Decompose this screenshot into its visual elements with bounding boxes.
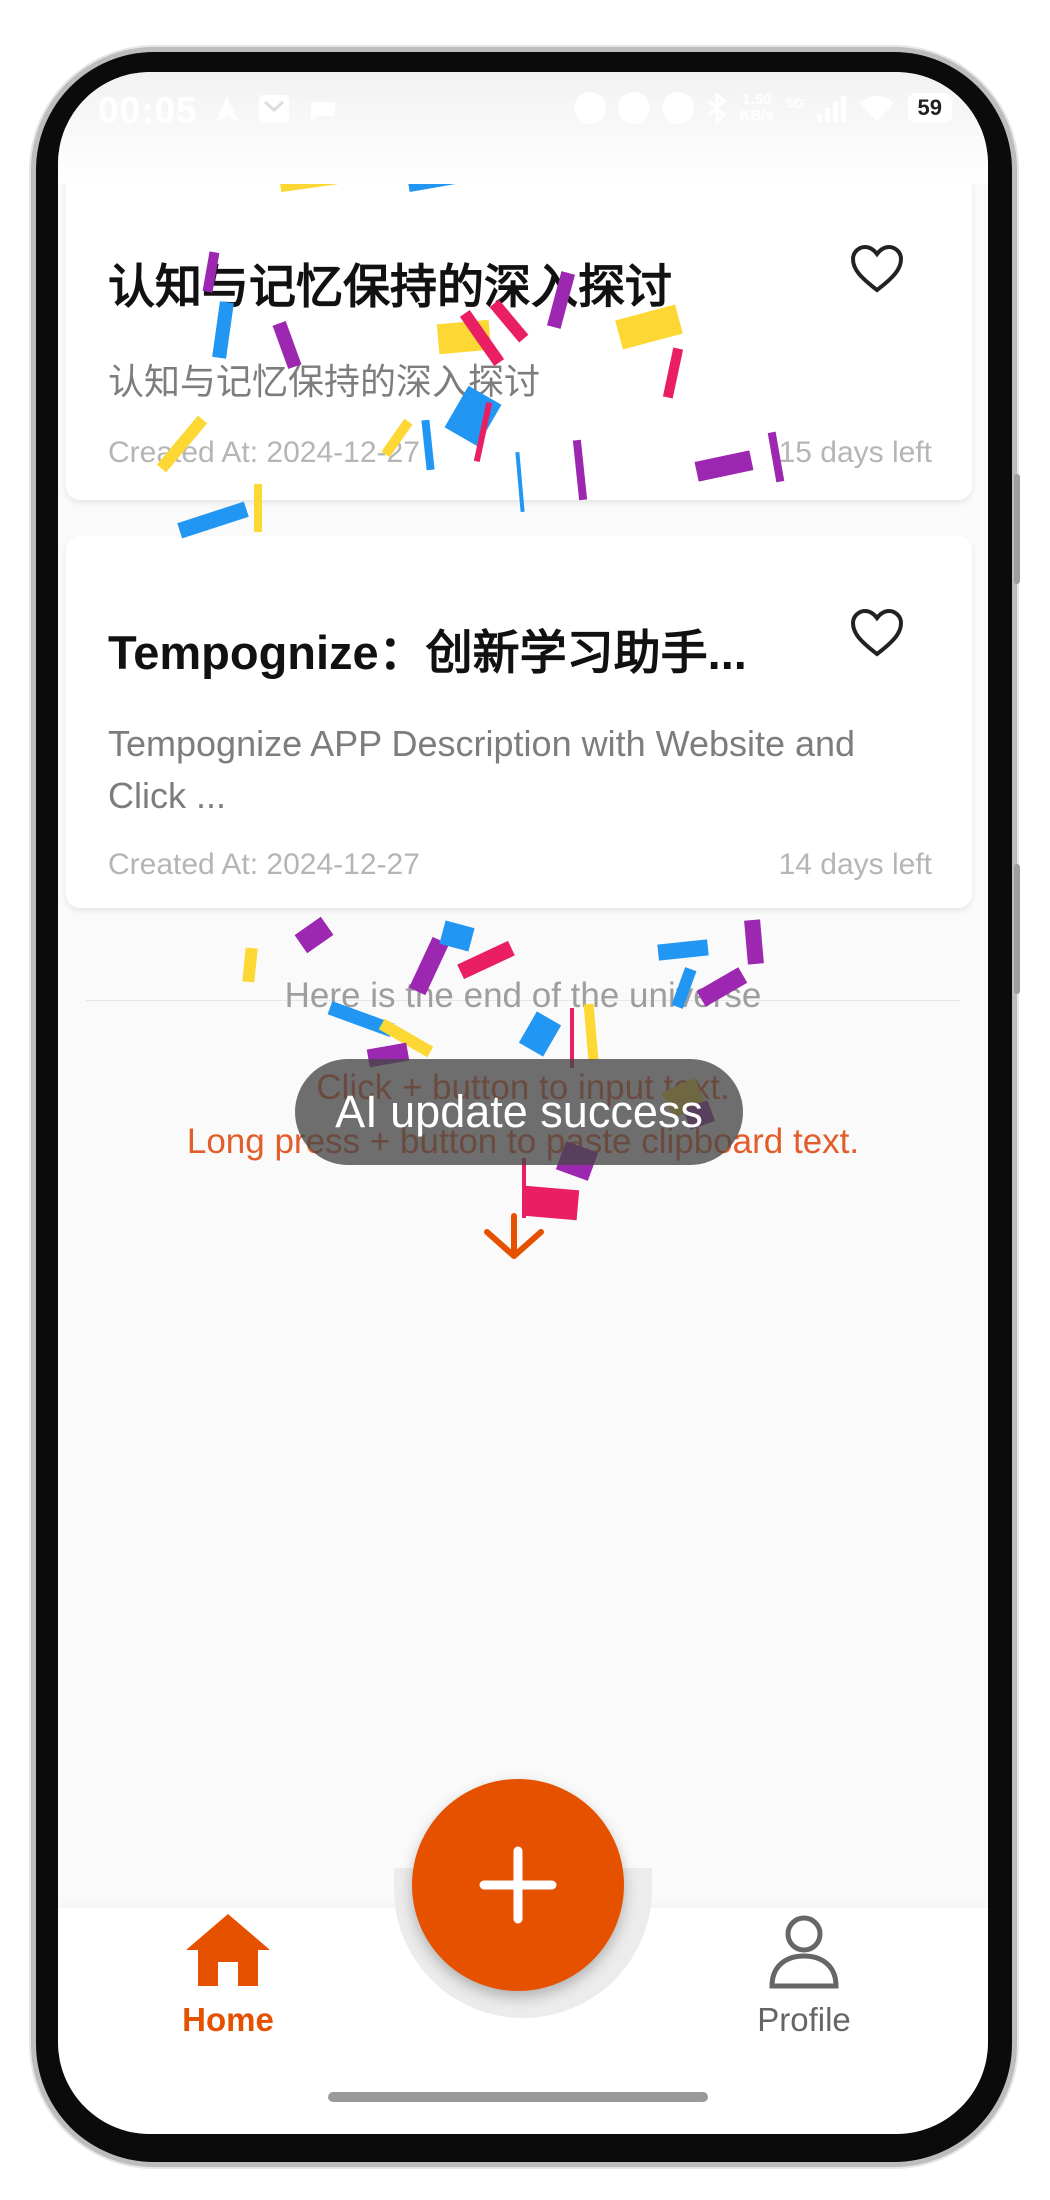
card-days-left: 15 days left [778, 436, 932, 469]
home-icon [186, 1914, 270, 1986]
signal-icon [816, 94, 846, 122]
nav-profile-label: Profile [757, 2001, 851, 2038]
system-status-icons: 1.50 KB/s 5G 59 [573, 91, 952, 124]
notification-icons [214, 94, 338, 124]
card-days-left: 14 days left [778, 848, 932, 881]
home-indicator[interactable] [328, 2092, 708, 2102]
battery-indicator: 59 [907, 93, 952, 123]
alarm-icon [573, 92, 606, 124]
status-time: 00:05 [98, 90, 198, 131]
end-of-list-text: Here is the end of the universe [284, 976, 762, 1015]
nav-home-label: Home [182, 2001, 274, 2038]
nav-profile[interactable]: Profile [694, 1910, 914, 2039]
add-button[interactable] [412, 1779, 624, 1991]
arrow-down-icon [484, 1213, 544, 1259]
bluetooth-icon [707, 92, 726, 124]
volume-button [1014, 474, 1020, 584]
note-card[interactable]: 认知与记忆保持的深入探讨 认知与记忆保持的深入探讨 Created At: 20… [66, 172, 972, 500]
navigation-icon [216, 96, 238, 122]
nav-home[interactable]: Home [118, 1910, 338, 2039]
card-created-date: Created At: 2024-12-27 [108, 848, 420, 881]
mute-icon [617, 92, 650, 124]
network-speed: 1.50 KB/s [739, 91, 774, 124]
network-type: 5G [785, 95, 805, 111]
card-created-date: Created At: 2024-12-27 [108, 436, 420, 469]
app-notification-icon [259, 95, 289, 123]
app-screen: 00:05 1.50 KB/s 5G 59 认知与记忆保持的深入探讨 认知与记忆… [58, 72, 988, 2134]
plus-icon [479, 1846, 557, 1924]
power-button [1014, 864, 1020, 994]
card-description: Tempognize APP Description with Website … [108, 723, 856, 816]
card-description: 认知与记忆保持的深入探讨 [108, 361, 541, 402]
wifi-icon [859, 96, 894, 121]
do-not-disturb-icon [661, 92, 694, 124]
favorite-heart-icon[interactable] [850, 244, 904, 294]
note-card[interactable]: Tempognize：创新学习助手... Tempognize APP Desc… [66, 536, 972, 908]
favorite-heart-icon[interactable] [850, 608, 904, 658]
card-title: Tempognize：创新学习助手... [108, 626, 747, 679]
status-bar: 00:05 1.50 KB/s 5G 59 [58, 72, 988, 184]
card-title: 认知与记忆保持的深入探讨 [108, 260, 672, 313]
profile-icon [769, 1915, 839, 1989]
toast-message: AI update success [295, 1059, 743, 1165]
message-icon [311, 102, 335, 121]
